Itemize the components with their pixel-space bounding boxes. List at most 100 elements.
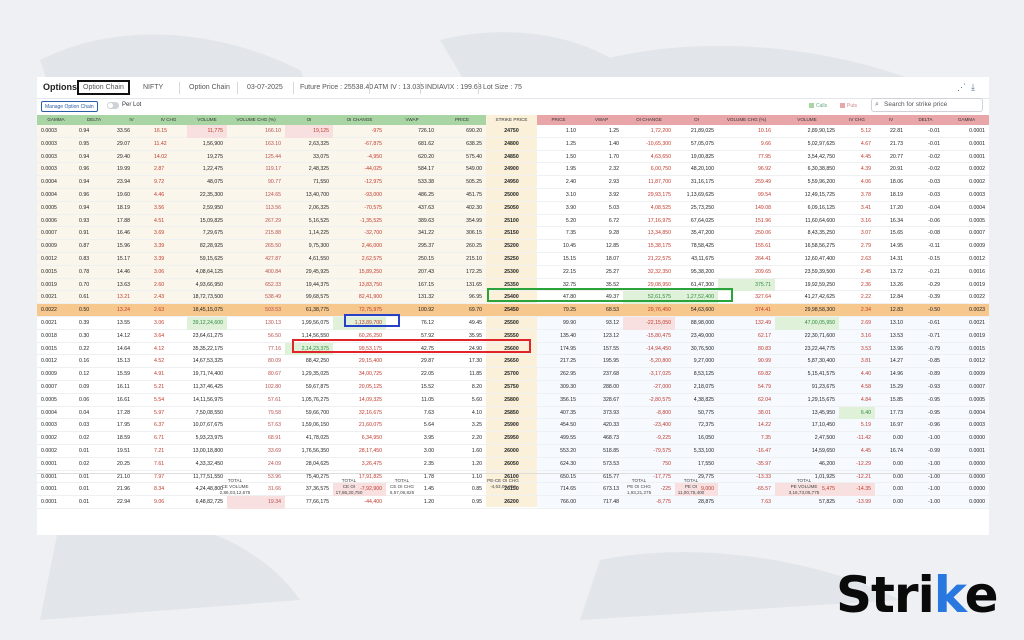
table-row[interactable]: 0.00020.0218.596.715,93,23,97568.9141,78… xyxy=(37,432,989,445)
legend-calls: Calls xyxy=(809,103,827,109)
call-cell: 0.96 xyxy=(75,163,113,176)
put-cell: 12,60,47,400 xyxy=(775,253,839,266)
expiry-date-selector[interactable]: 03-07-2025 xyxy=(247,84,283,91)
strike-cell: 24800 xyxy=(486,138,537,151)
call-cell: 0.0006 xyxy=(37,215,75,228)
table-row[interactable]: 0.00010.0220.257.614,33,32,45024.0928,04… xyxy=(37,458,989,471)
put-cell: 12,49,15,725 xyxy=(775,189,839,202)
table-row[interactable]: 0.00120.8315.173.3959,15,625427.874,61,5… xyxy=(37,253,989,266)
call-cell: -975 xyxy=(333,125,386,138)
table-row[interactable]: 0.00030.9529.0711.421,56,900163.102,63,3… xyxy=(37,138,989,151)
call-cell: 77.16 xyxy=(227,343,285,356)
call-cell: 620.20 xyxy=(386,151,438,164)
call-header-6: OI xyxy=(285,115,333,125)
call-cell: 4.91 xyxy=(150,368,187,381)
call-cell: 4.10 xyxy=(438,407,486,420)
table-row[interactable]: 0.00060.9317.884.5115,09,825267.295,16,5… xyxy=(37,215,989,228)
call-cell: 0.02 xyxy=(75,432,113,445)
put-cell: 3.90 xyxy=(537,202,580,215)
table-row[interactable]: 0.00050.9418.193.562,59,950113.562,06,32… xyxy=(37,202,989,215)
put-cell: 2.22 xyxy=(839,291,875,304)
call-cell: -32,700 xyxy=(333,227,386,240)
table-row[interactable]: 0.00210.3913.553.0639,12,24,600130.131,9… xyxy=(37,317,989,330)
put-cell: 5,87,30,400 xyxy=(775,355,839,368)
call-cell: 82,41,900 xyxy=(333,291,386,304)
manage-option-chain-button[interactable]: Manage Option Chain xyxy=(41,101,98,112)
table-row[interactable]: 0.00020.0119.517.2113,00,18,80033.691,76… xyxy=(37,445,989,458)
call-cell: 3.06 xyxy=(150,317,187,330)
download-icon[interactable]: ⤓ xyxy=(971,82,975,93)
put-cell: 12.83 xyxy=(875,304,907,317)
strike-cell: 24950 xyxy=(486,176,537,189)
call-header-8: VWAP xyxy=(386,115,438,125)
put-cell: 19,00,825 xyxy=(675,151,718,164)
put-cell: 57,05,075 xyxy=(675,138,718,151)
call-cell: 28,17,450 xyxy=(333,445,386,458)
view-selector[interactable]: Option Chain xyxy=(189,84,230,91)
put-cell: 6.72 xyxy=(580,215,623,228)
table-row[interactable]: 0.00070.9116.463.697,29,675215.881,14,22… xyxy=(37,227,989,240)
call-cell: 306.15 xyxy=(438,227,486,240)
put-cell: 1.10 xyxy=(537,125,580,138)
put-cell: 13,45,950 xyxy=(775,407,839,420)
table-row[interactable]: 0.00090.8715.963.3982,28,925265.509,75,3… xyxy=(37,240,989,253)
call-cell: 295.37 xyxy=(386,240,438,253)
call-cell: 0.0021 xyxy=(37,291,75,304)
symbol-selector[interactable]: NIFTY xyxy=(143,84,163,91)
table-row[interactable]: 0.00030.9429.4014.0219,275125.4433,075-4… xyxy=(37,151,989,164)
call-cell: 29.87 xyxy=(386,355,438,368)
put-cell: 88,98,000 xyxy=(675,317,718,330)
table-row[interactable]: 0.00030.9619.992.871,22,475119.172,48,32… xyxy=(37,163,989,176)
table-row[interactable]: 0.00050.0616.615.5414,11,56,97557.611,05… xyxy=(37,394,989,407)
call-cell: 16.61 xyxy=(113,394,150,407)
share-icon[interactable]: ⋰ xyxy=(957,82,966,93)
call-cell: 0.0003 xyxy=(37,163,75,176)
strike-search-input[interactable]: ⌕ Search for strike price xyxy=(871,98,983,112)
put-cell: 0.0001 xyxy=(944,125,989,138)
call-cell: 1,59,06,150 xyxy=(285,419,333,432)
call-cell: 7.21 xyxy=(150,445,187,458)
put-cell: -0.95 xyxy=(907,407,944,420)
call-cell: 119.17 xyxy=(227,163,285,176)
call-cell: 427.87 xyxy=(227,253,285,266)
tab-option-chain[interactable]: Option Chain xyxy=(83,84,124,91)
put-cell: -0.01 xyxy=(907,138,944,151)
table-row[interactable]: 0.00030.0317.956.3710,07,67,67557.631,59… xyxy=(37,419,989,432)
table-row[interactable]: 0.00220.5013.242.6318,45,15,075503.5361,… xyxy=(37,304,989,317)
per-lot-toggle[interactable] xyxy=(107,102,119,109)
call-cell: 0.0018 xyxy=(37,330,75,343)
table-row[interactable]: 0.00030.9433.5616.1511,775166.1019,125-9… xyxy=(37,125,989,138)
put-cell: -5,20,800 xyxy=(623,355,675,368)
table-row[interactable]: 0.00090.1215.594.9119,71,74,40080.671,29… xyxy=(37,368,989,381)
put-header-7: IV xyxy=(875,115,907,125)
call-cell: 3.39 xyxy=(150,253,187,266)
put-cell: 149.08 xyxy=(718,202,775,215)
table-row[interactable]: 0.00070.0916.115.2111,37,46,425102.8059,… xyxy=(37,381,989,394)
put-cell: 4.45 xyxy=(839,151,875,164)
put-cell: 77.95 xyxy=(718,151,775,164)
call-cell: 538.49 xyxy=(227,291,285,304)
call-cell: 33.69 xyxy=(227,445,285,458)
call-cell: 0.12 xyxy=(75,368,113,381)
put-cell: 1,29,15,675 xyxy=(775,394,839,407)
table-row[interactable]: 0.00040.9423.949.7248,07590.7771,550-12,… xyxy=(37,176,989,189)
put-cell: 6,30,38,850 xyxy=(775,163,839,176)
call-cell: 4,33,32,450 xyxy=(187,458,227,471)
call-cell: 0.94 xyxy=(75,202,113,215)
call-cell: 0.0003 xyxy=(37,419,75,432)
table-row[interactable]: 0.00120.1615.134.5214,67,53,32580.0988,4… xyxy=(37,355,989,368)
put-cell: 91,23,675 xyxy=(775,381,839,394)
put-cell: 18.07 xyxy=(580,253,623,266)
call-cell: 14.02 xyxy=(150,151,187,164)
table-row[interactable]: 0.00040.9619.604.4622,35,300124.6513,40,… xyxy=(37,189,989,202)
put-cell: 22.15 xyxy=(537,266,580,279)
call-cell: 652.33 xyxy=(227,279,285,292)
put-cell: 0.0015 xyxy=(944,343,989,356)
call-cell: 0.0003 xyxy=(37,125,75,138)
table-row[interactable]: 0.00040.0417.285.977,50,08,55079.5859,66… xyxy=(37,407,989,420)
call-cell: 0.96 xyxy=(75,189,113,202)
call-cell: 3.95 xyxy=(386,432,438,445)
table-row[interactable]: 0.00150.7814.463.064,08,64,125400.8429,4… xyxy=(37,266,989,279)
option-chain-panel: Options Option Chain NIFTY Option Chain … xyxy=(37,77,989,535)
call-cell: 0.61 xyxy=(75,291,113,304)
